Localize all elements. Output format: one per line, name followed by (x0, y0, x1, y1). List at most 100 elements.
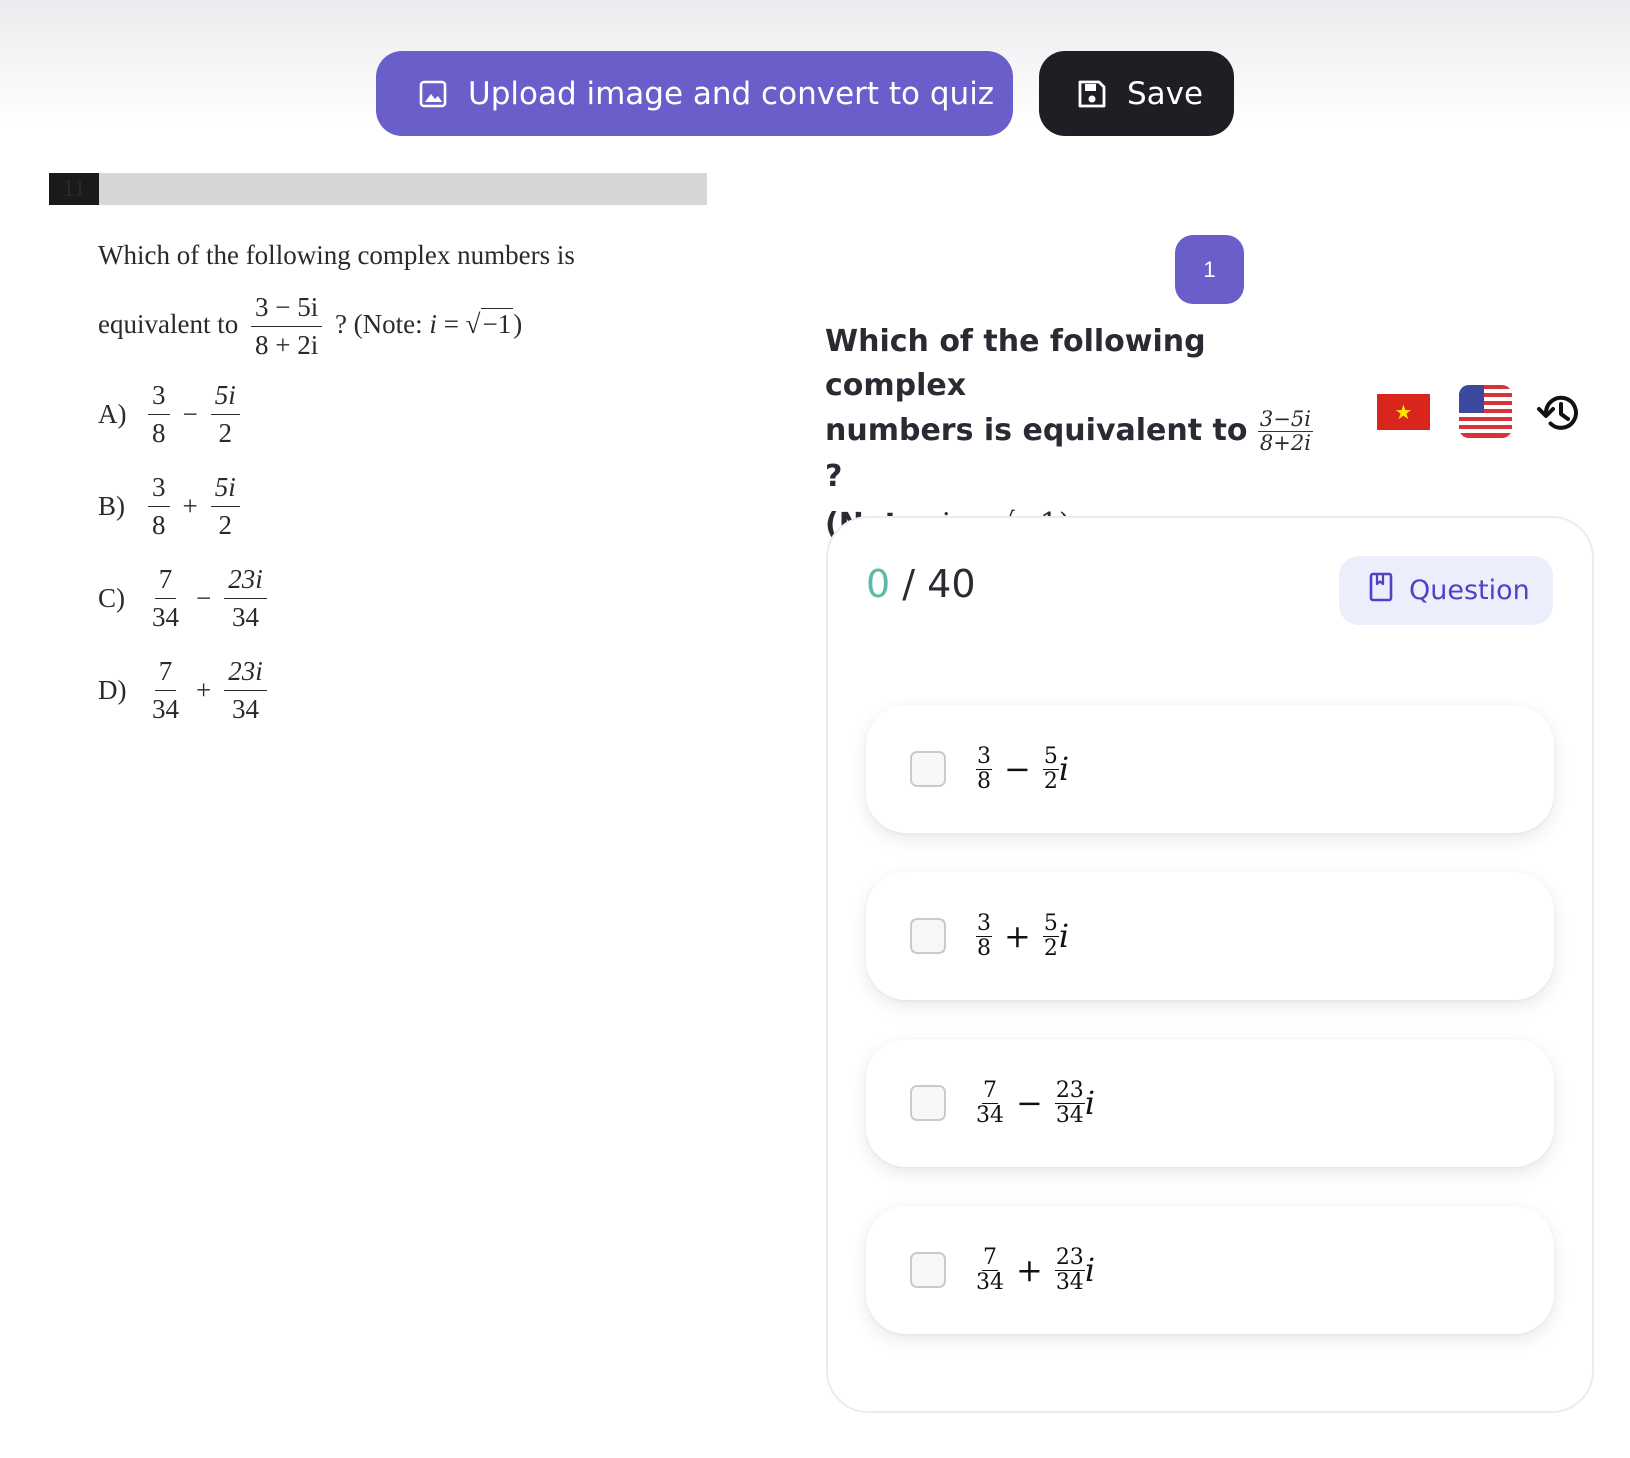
vietnam-flag-icon[interactable]: ★ (1377, 394, 1430, 430)
answer-num: 3 (976, 744, 992, 770)
scan-choice-num: 23i (224, 656, 267, 692)
answer-num: 7 (982, 1078, 998, 1104)
answer-den: 2 (1043, 935, 1058, 961)
scan-choice-a: A) 38 − 5i 2 (98, 380, 240, 449)
scan-note-prefix: ? (Note: (334, 308, 430, 339)
answer-option-2[interactable]: 38 + 52i (866, 872, 1554, 1000)
score-correct: 0 (866, 562, 891, 606)
answer-math: 38 + 52i (976, 911, 1070, 961)
answer-math: 7 34 − 23 34 i (976, 1079, 1095, 1126)
answer-option-4[interactable]: 7 34 + 23 34 i (866, 1206, 1554, 1334)
scan-choice-num: 3 (148, 472, 170, 508)
answer-den: 34 (976, 1102, 1004, 1128)
scan-question-line2: equivalent to 3 − 5i 8 + 2i ? (Note: i =… (98, 292, 523, 361)
scan-line2-prefix: equivalent to (98, 308, 239, 339)
answer-num: 23 (1054, 1078, 1085, 1104)
scan-choice-label: A) (98, 399, 127, 430)
bookmark-book-icon (1369, 572, 1393, 609)
scan-choice-b: B) 38 + 5i 2 (98, 472, 240, 541)
image-icon (416, 77, 450, 111)
question-button-label: Question (1409, 575, 1530, 606)
answer-den: 34 (976, 1269, 1004, 1295)
scan-choice-den: 8 (152, 510, 166, 541)
answer-option-3[interactable]: 7 34 − 23 34 i (866, 1039, 1554, 1167)
scan-note-eq: = (436, 308, 466, 339)
question-line1: Which of the following complex (825, 324, 1206, 403)
scan-choice-operator: + (196, 675, 212, 706)
save-button-label: Save (1127, 75, 1204, 112)
answer-num: 7 (982, 1245, 998, 1271)
answer-checkbox[interactable] (910, 751, 946, 787)
answer-num: 5 (1042, 744, 1059, 770)
upload-image-button[interactable]: Upload image and convert to quiz (376, 51, 1013, 136)
answer-num: 3 (976, 911, 992, 937)
answer-den: 8 (977, 768, 991, 794)
scan-choice-label: B) (98, 491, 125, 522)
answer-den: 34 (1055, 1269, 1084, 1295)
answer-den: 2 (1043, 768, 1058, 794)
floppy-disk-icon (1075, 77, 1109, 111)
scan-choice-den: 34 (231, 602, 259, 633)
scan-choice-num: 7 (154, 564, 177, 600)
history-icon[interactable] (1536, 389, 1584, 437)
answer-math: 38 − 52i (976, 744, 1070, 794)
score-display: 0 / 40 (866, 562, 976, 606)
answer-operator: − (1004, 750, 1031, 788)
answer-den: 34 (1055, 1102, 1084, 1128)
scan-header-bar (99, 173, 707, 205)
scan-note-i: i (429, 308, 437, 339)
save-button[interactable]: Save (1039, 51, 1234, 136)
scan-question-fraction: 3 − 5i 8 + 2i (250, 292, 323, 361)
scan-choice-num: 23i (224, 564, 267, 600)
scan-choice-den: 34 (152, 602, 179, 633)
answer-variable: i (1084, 1251, 1096, 1289)
answer-den: 8 (977, 935, 991, 961)
scan-choice-label: D) (98, 675, 127, 706)
scan-choice-operator: − (182, 399, 198, 430)
scan-fraction-denominator: 8 + 2i (254, 330, 319, 361)
answer-checkbox[interactable] (910, 918, 946, 954)
scan-choice-num: 3 (148, 380, 170, 416)
scan-choice-label: C) (98, 583, 125, 614)
question-button[interactable]: Question (1339, 556, 1553, 625)
us-flag-icon[interactable] (1459, 385, 1512, 438)
scan-fraction-numerator: 3 − 5i (250, 292, 323, 328)
question-line2-text: numbers is equivalent to (825, 413, 1248, 449)
scan-choice-den: 8 (152, 418, 166, 449)
answer-checkbox[interactable] (910, 1252, 946, 1288)
scan-note-sqrt: −1 (480, 307, 514, 339)
scan-question-number: 11 (49, 173, 99, 205)
scan-choice-den: 34 (231, 694, 259, 725)
scan-choice-num: 5i (210, 380, 240, 416)
question-fraction: 3−5i 8+2i (1257, 407, 1313, 456)
question-number-badge[interactable]: 1 (1175, 235, 1244, 304)
answer-option-1[interactable]: 38 − 52i (866, 705, 1554, 833)
scan-choice-d: D) 7 34 + 23i 34 (98, 656, 267, 725)
scan-choice-operator: − (196, 583, 212, 614)
question-text: Which of the following complex numbers i… (825, 320, 1315, 547)
answer-math: 7 34 + 23 34 i (976, 1246, 1095, 1293)
answer-operator: + (1016, 1251, 1043, 1289)
scan-choice-den: 2 (218, 418, 232, 449)
scan-question-line1: Which of the following complex numbers i… (98, 240, 575, 270)
answer-variable: i (1058, 917, 1070, 955)
question-line2: numbers is equivalent to 3−5i 8+2i ? (825, 407, 1315, 499)
scan-choice-num: 7 (154, 656, 177, 692)
scan-choice-den: 34 (152, 694, 179, 725)
scan-note-suffix: ) (513, 308, 523, 339)
answer-num: 23 (1054, 1245, 1085, 1271)
question-fraction-num: 3−5i (1257, 407, 1313, 433)
question-qmark: ? (825, 459, 843, 495)
scan-choice-num: 5i (210, 472, 240, 508)
scan-choice-operator: + (182, 491, 198, 522)
score-total: / 40 (902, 562, 976, 606)
upload-button-label: Upload image and convert to quiz (468, 75, 995, 112)
scan-choice-c: C) 7 34 − 23i 34 (98, 564, 267, 633)
answer-num: 5 (1042, 911, 1059, 937)
answer-operator: − (1016, 1084, 1043, 1122)
answer-variable: i (1058, 750, 1070, 788)
answer-operator: + (1004, 917, 1031, 955)
answer-checkbox[interactable] (910, 1085, 946, 1121)
question-fraction-den: 8+2i (1259, 431, 1311, 456)
scan-choice-den: 2 (218, 510, 232, 541)
